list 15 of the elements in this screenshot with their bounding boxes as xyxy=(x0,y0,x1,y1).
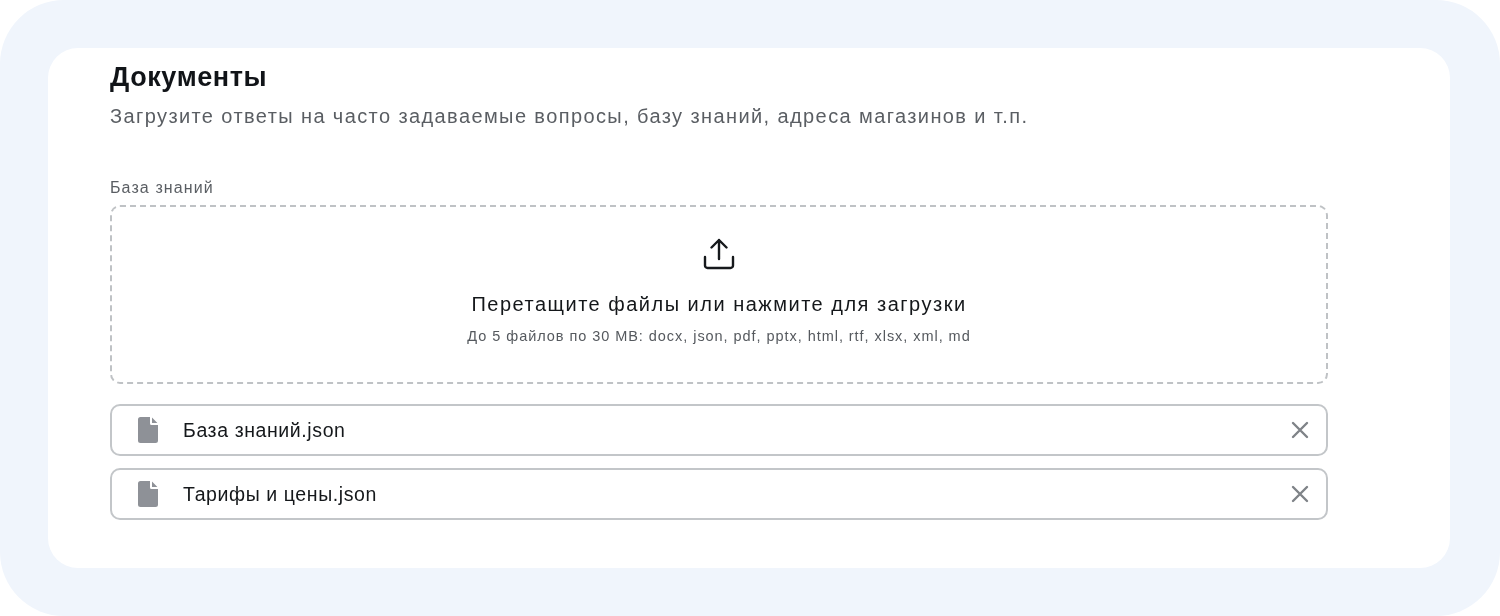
close-icon xyxy=(1291,421,1309,439)
file-name: Тарифы и цены.json xyxy=(183,482,378,506)
section-description: Загрузите ответы на часто задаваемые вопросы, базу знаний, адреса магазинов и т.п. xyxy=(110,104,1029,129)
upload-hint: До 5 файлов по 30 MB: docx, json, pdf, pptx, html, rtf, xlsx, xml, md xyxy=(467,327,971,345)
upload-prompt: Перетащите файлы или нажмите для загрузки xyxy=(471,292,967,317)
close-icon xyxy=(1291,485,1309,503)
file-icon xyxy=(138,417,158,443)
field-label: База знаний xyxy=(110,178,214,198)
remove-file-button[interactable] xyxy=(1290,484,1310,504)
remove-file-button[interactable] xyxy=(1290,420,1310,440)
upload-icon xyxy=(702,237,736,271)
section-title: Документы xyxy=(110,61,268,93)
file-drop-zone[interactable]: Перетащите файлы или нажмите для загрузки До 5 файлов по 30 MB: docx, json, pdf, pptx, html, rtf, xlsx, xml, md xyxy=(110,205,1328,384)
file-name: База знаний.json xyxy=(183,418,347,442)
file-icon xyxy=(138,481,158,507)
